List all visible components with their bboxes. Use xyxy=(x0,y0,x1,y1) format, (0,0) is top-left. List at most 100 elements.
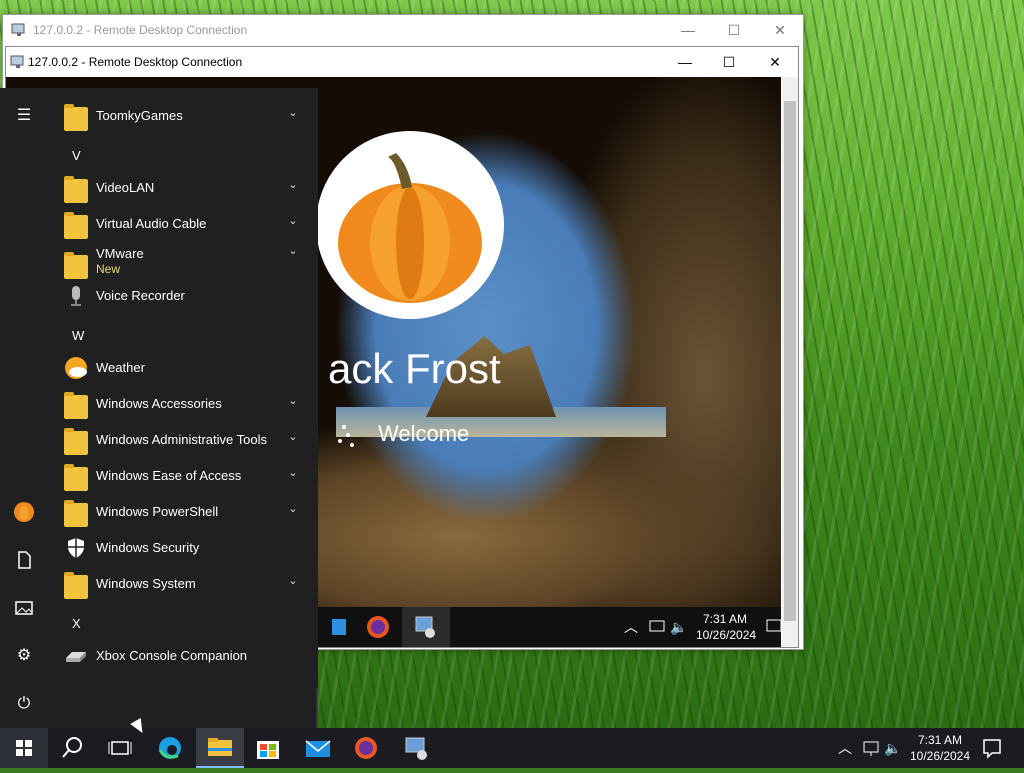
start-menu-scrollbar[interactable] xyxy=(316,688,318,728)
pumpkin-icon xyxy=(338,153,482,303)
inner-close-button[interactable]: ✕ xyxy=(752,47,798,77)
start-menu-rail: ☰ ⚙ ⏻ xyxy=(0,88,48,728)
app-entry-vmware[interactable]: VMware New ⌄ xyxy=(60,242,310,282)
app-entry-toomkygames[interactable]: ToomkyGames ⌄ xyxy=(60,98,310,134)
letter-header-w[interactable]: W xyxy=(72,328,84,343)
chevron-down-icon[interactable]: ⌄ xyxy=(286,430,300,444)
inner-window-title: 127.0.0.2 - Remote Desktop Connection xyxy=(28,55,243,69)
network-icon[interactable] xyxy=(862,728,880,768)
outer-maximize-button[interactable]: ☐ xyxy=(711,15,757,45)
remote-network-icon[interactable] xyxy=(648,607,666,647)
loading-dot xyxy=(338,439,342,443)
remote-clock[interactable]: 7:31 AM 10/26/2024 xyxy=(696,611,757,643)
app-entry-label: Windows PowerShell xyxy=(96,504,219,519)
app-entry-label: Windows Security xyxy=(96,540,200,555)
taskbar-clock[interactable]: 7:31 AM 10/26/2024 xyxy=(908,732,972,764)
folder-icon xyxy=(64,572,88,599)
app-entry-label: Voice Recorder xyxy=(96,288,185,303)
chevron-down-icon[interactable]: ⌄ xyxy=(286,214,300,228)
user-avatar xyxy=(316,131,504,319)
shield-icon xyxy=(64,536,88,560)
chevron-down-icon[interactable]: ⌄ xyxy=(286,178,300,192)
remote-chevron-up-icon[interactable]: ︿ xyxy=(624,607,642,647)
outer-title-bar[interactable]: 127.0.0.2 - Remote Desktop Connection — … xyxy=(3,15,803,45)
letter-header-x[interactable]: X xyxy=(72,616,81,631)
chevron-down-icon[interactable]: ⌄ xyxy=(286,244,300,258)
chevron-down-icon[interactable]: ⌄ xyxy=(286,394,300,408)
app-entry-voice-recorder[interactable]: Voice Recorder xyxy=(60,278,310,314)
folder-icon xyxy=(64,104,88,131)
outer-window-title: 127.0.0.2 - Remote Desktop Connection xyxy=(33,23,248,37)
remote-time: 7:31 AM xyxy=(702,612,748,626)
loading-dot xyxy=(342,425,346,429)
app-entry-windows-security[interactable]: Windows Security xyxy=(60,530,310,566)
loading-dot xyxy=(346,433,350,437)
lock-screen-user-name: ack Frost xyxy=(328,345,501,392)
app-entry-windows-accessories[interactable]: Windows Accessories ⌄ xyxy=(60,386,310,422)
folder-icon xyxy=(64,392,88,419)
inner-minimize-button[interactable]: — xyxy=(662,47,708,77)
start-icon[interactable] xyxy=(0,728,48,768)
rdp-app-icon xyxy=(10,55,24,68)
app-entry-videolan[interactable]: VideoLAN ⌄ xyxy=(60,170,310,206)
app-entry-windows-system[interactable]: Windows System ⌄ xyxy=(60,566,310,602)
scrollbar-thumb[interactable] xyxy=(784,101,796,621)
start-menu: ☰ ⚙ ⏻ ToomkyGames ⌄ V VideoLAN ⌄ Virtual… xyxy=(0,88,318,728)
remote-notifications-icon[interactable] xyxy=(766,607,781,647)
volume-icon[interactable]: 🔈 xyxy=(884,728,904,768)
app-entry-label: ToomkyGames xyxy=(96,108,183,123)
app-entry-label: Virtual Audio Cable xyxy=(96,216,207,231)
inner-maximize-button[interactable]: ☐ xyxy=(706,47,752,77)
remote-rdp-taskbar-icon[interactable] xyxy=(402,607,450,647)
app-entry-windows-ease-of-access[interactable]: Windows Ease of Access ⌄ xyxy=(60,458,310,494)
notifications-icon[interactable] xyxy=(980,728,1004,768)
app-entry-label: VideoLAN xyxy=(96,180,155,195)
settings-icon[interactable]: ⚙ xyxy=(12,644,36,668)
search-icon[interactable] xyxy=(48,728,96,768)
taskbar-time: 7:31 AM xyxy=(917,733,963,747)
app-entry-virtual-audio-cable[interactable]: Virtual Audio Cable ⌄ xyxy=(60,206,310,242)
store-icon[interactable] xyxy=(244,728,292,768)
file-explorer-icon[interactable] xyxy=(196,728,244,768)
outer-close-button[interactable]: ✕ xyxy=(757,15,803,45)
documents-icon[interactable] xyxy=(12,548,36,572)
firefox-icon[interactable] xyxy=(342,728,390,768)
vertical-scrollbar[interactable] xyxy=(782,77,798,647)
app-entry-xbox-console-companion[interactable]: Xbox Console Companion xyxy=(60,638,310,674)
taskbar-date: 10/26/2024 xyxy=(909,749,971,763)
edge-icon[interactable] xyxy=(146,728,194,768)
user-avatar-icon[interactable] xyxy=(12,500,36,524)
folder-icon xyxy=(64,252,88,279)
app-entry-windows-powershell[interactable]: Windows PowerShell ⌄ xyxy=(60,494,310,530)
inner-title-bar[interactable]: 127.0.0.2 - Remote Desktop Connection — … xyxy=(6,47,798,77)
power-icon[interactable]: ⏻ xyxy=(12,692,36,716)
folder-icon xyxy=(64,500,88,527)
chevron-down-icon[interactable]: ⌄ xyxy=(286,466,300,480)
app-entry-label: Xbox Console Companion xyxy=(96,648,248,663)
remote-desktop-icon[interactable] xyxy=(392,728,440,768)
hamburger-icon[interactable]: ☰ xyxy=(12,104,36,128)
remote-date: 10/26/2024 xyxy=(696,628,757,642)
chevron-down-icon[interactable]: ⌄ xyxy=(286,574,300,588)
taskbar: ︿ 🔈 7:31 AM 10/26/2024 xyxy=(0,728,1024,768)
remote-firefox-icon[interactable] xyxy=(358,607,398,647)
app-entry-windows-administrative-tools[interactable]: Windows Administrative Tools ⌄ xyxy=(60,422,310,458)
outer-minimize-button[interactable]: — xyxy=(665,15,711,45)
chevron-down-icon[interactable]: ⌄ xyxy=(286,502,300,516)
pictures-icon[interactable] xyxy=(12,596,36,620)
remote-volume-icon[interactable]: 🔈 xyxy=(670,607,690,647)
lock-screen-welcome: Welcome xyxy=(378,421,470,446)
new-badge: New xyxy=(96,262,121,276)
app-entry-weather[interactable]: Weather xyxy=(60,350,310,386)
microphone-icon xyxy=(64,284,88,308)
chevron-down-icon[interactable]: ⌄ xyxy=(286,106,300,120)
folder-icon xyxy=(64,464,88,491)
app-entry-label: Windows System xyxy=(96,576,196,591)
app-entry-label: Windows Accessories xyxy=(96,396,222,411)
mail-icon[interactable] xyxy=(294,728,342,768)
letter-header-v[interactable]: V xyxy=(72,148,81,163)
chevron-up-icon[interactable]: ︿ xyxy=(838,728,856,768)
app-entry-label: Weather xyxy=(96,360,145,375)
weather-icon xyxy=(64,356,88,380)
folder-icon xyxy=(64,212,88,239)
